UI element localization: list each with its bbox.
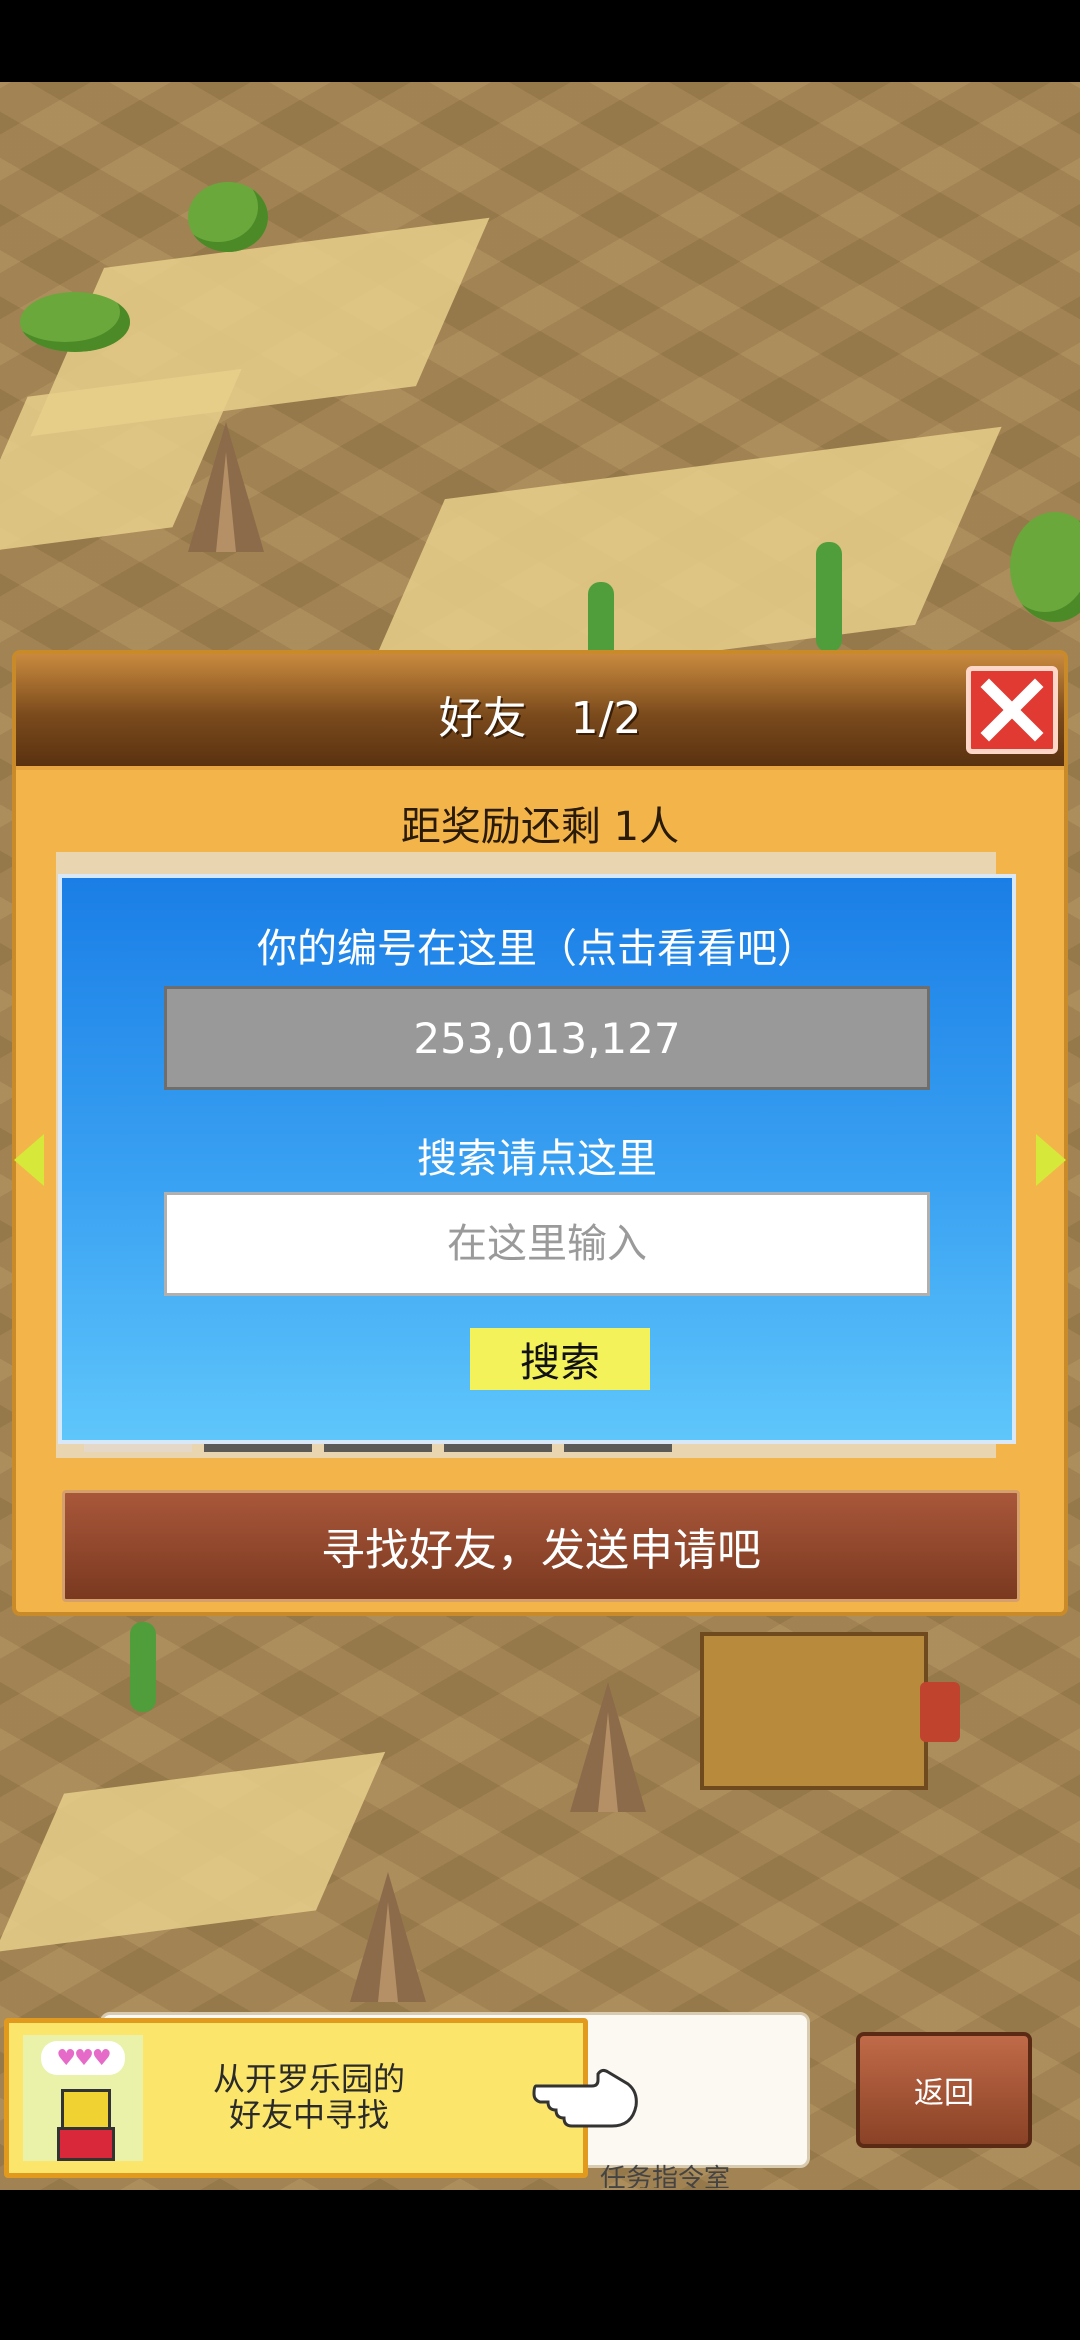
search-input[interactable] [164, 1192, 930, 1296]
rock-spire [570, 1682, 646, 1812]
prev-page-arrow-icon[interactable] [14, 1134, 44, 1186]
close-button[interactable] [966, 666, 1058, 754]
advisor-avatar: ♥♥♥ [23, 2035, 143, 2161]
tip-text: 从开罗乐园的 好友中寻找 [159, 2061, 459, 2133]
mission-room-label: 任务指令室 [600, 2164, 731, 2188]
bush [188, 182, 268, 252]
friends-dialog: 好友 1/2 距奖励还剩 1人 你的编号在这里（点击看看吧） 253,013,1… [12, 650, 1068, 1616]
close-icon [980, 678, 1044, 742]
rock-spire [350, 1872, 426, 2002]
farm-building [700, 1632, 928, 1790]
find-friends-button[interactable]: 寻找好友，发送申请吧 [62, 1490, 1020, 1602]
search-label: 搜索请点这里 [417, 1136, 657, 1182]
friend-id-panel: 你的编号在这里（点击看看吧） 253,013,127 搜索请点这里 搜索 [58, 874, 1016, 1444]
reward-remaining-text: 距奖励还剩 1人 [400, 804, 680, 850]
dialog-header: 好友 1/2 [16, 654, 1064, 770]
robot-body-icon [57, 2127, 115, 2161]
character-sprite [920, 1682, 960, 1742]
tip-text-line1: 从开罗乐园的 [212, 2060, 405, 2098]
cactus [816, 542, 842, 652]
robot-head-icon [61, 2089, 111, 2131]
next-page-arrow-icon[interactable] [1036, 1134, 1066, 1186]
your-id-label: 你的编号在这里（点击看看吧） [257, 926, 817, 972]
sand-tile [0, 1751, 386, 1953]
pointing-hand-icon [532, 2068, 638, 2128]
dialog-title: 好友 1/2 [438, 693, 642, 744]
rock-spire [188, 422, 264, 552]
cactus [130, 1622, 156, 1712]
tip-panel[interactable]: ♥♥♥ 从开罗乐园的 好友中寻找 [4, 2018, 588, 2178]
tip-text-line2: 好友中寻找 [228, 2096, 389, 2134]
search-button[interactable]: 搜索 [470, 1328, 650, 1390]
hearts-icon: ♥♥♥ [41, 2041, 125, 2075]
back-button[interactable]: 返回 [856, 2032, 1032, 2148]
bush [20, 292, 130, 352]
palm-tree [1010, 512, 1080, 622]
player-id-display[interactable]: 253,013,127 [164, 986, 930, 1090]
